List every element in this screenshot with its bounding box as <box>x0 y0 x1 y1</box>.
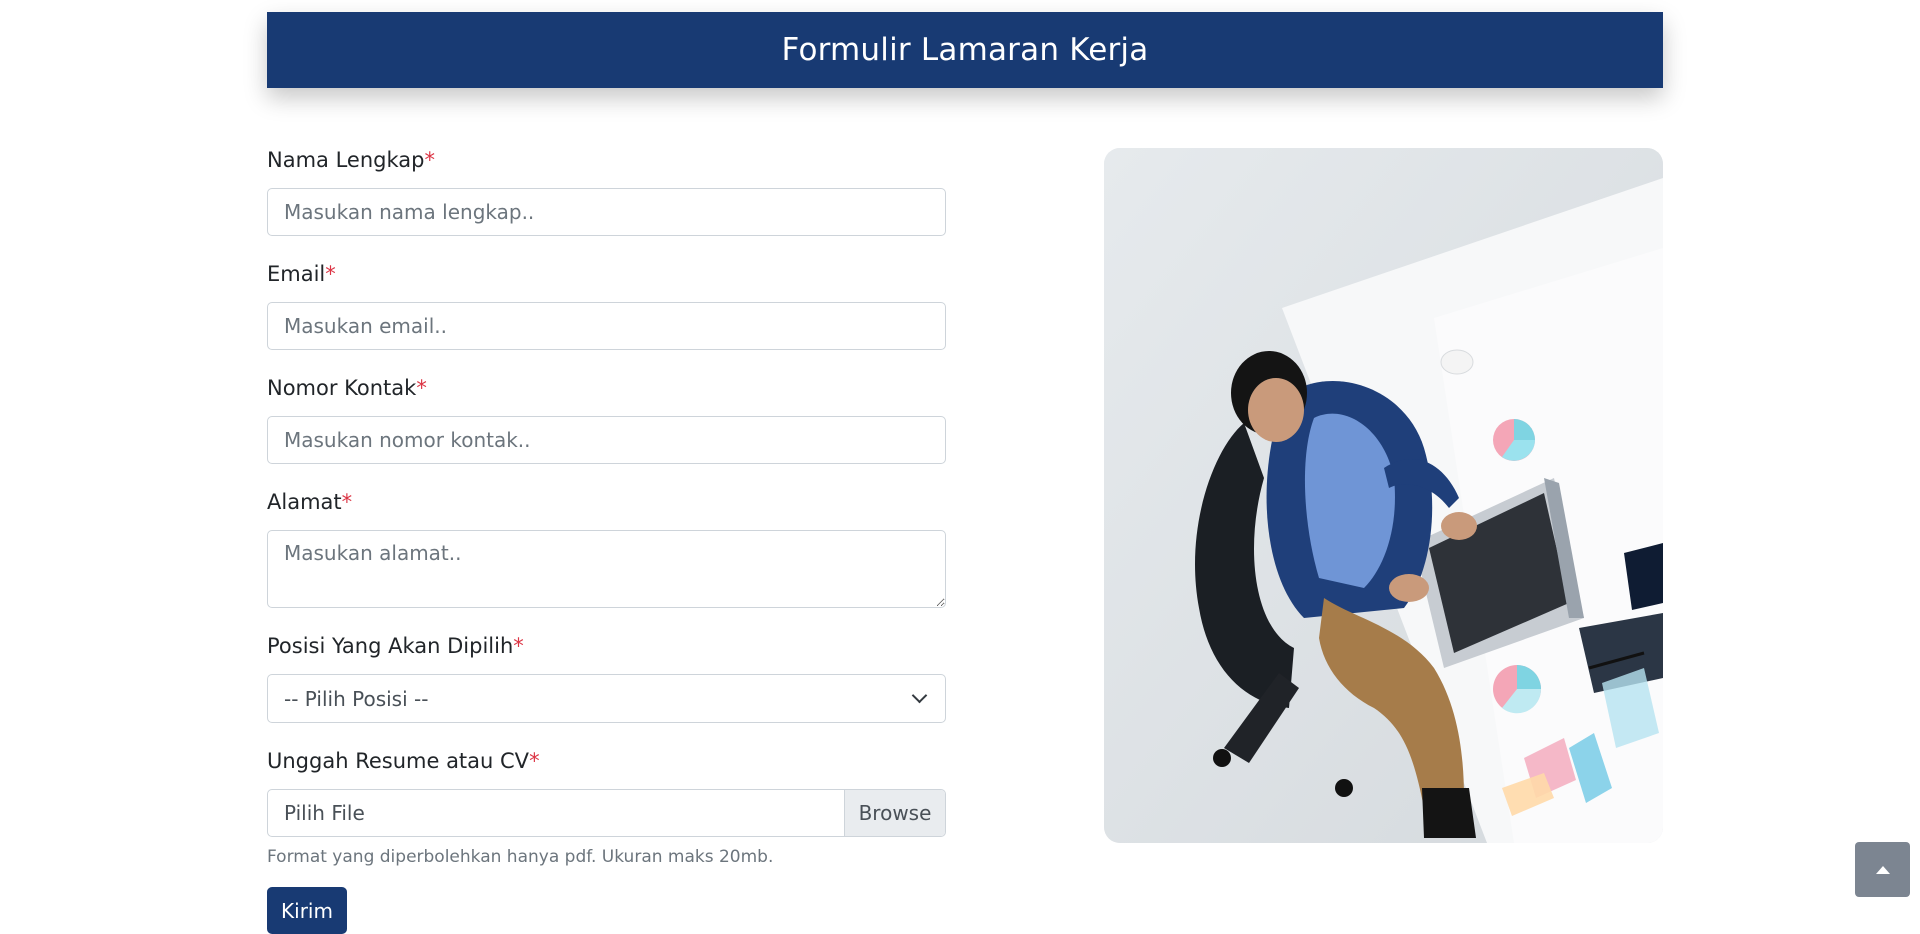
job-application-form: Nama Lengkap* Email* Nomor Kontak* Alama… <box>267 145 946 934</box>
full-name-group: Nama Lengkap* <box>267 145 946 236</box>
contact-input[interactable] <box>267 416 946 464</box>
required-mark: * <box>513 634 524 658</box>
browse-button[interactable]: Browse <box>844 790 945 836</box>
email-input[interactable] <box>267 302 946 350</box>
page-title: Formulir Lamaran Kerja <box>781 32 1149 68</box>
contact-label: Nomor Kontak* <box>267 376 427 400</box>
resume-file-input[interactable]: Pilih File Browse <box>267 789 946 837</box>
position-group: Posisi Yang Akan Dipilih* -- Pilih Posis… <box>267 631 946 723</box>
position-label: Posisi Yang Akan Dipilih* <box>267 634 524 658</box>
full-name-label: Nama Lengkap* <box>267 148 435 172</box>
caret-up-icon <box>1875 865 1890 874</box>
resume-group: Unggah Resume atau CV* Pilih File Browse… <box>267 746 946 869</box>
position-select[interactable]: -- Pilih Posisi -- <box>267 674 946 723</box>
required-mark: * <box>341 490 353 514</box>
office-worker-laptop-photo <box>1104 148 1663 843</box>
email-label: Email* <box>267 262 336 286</box>
required-mark: * <box>416 376 427 400</box>
page-header: Formulir Lamaran Kerja <box>267 12 1663 88</box>
full-name-input[interactable] <box>267 188 946 236</box>
required-mark: * <box>529 749 540 773</box>
email-group: Email* <box>267 259 946 350</box>
submit-button[interactable]: Kirim <box>267 887 347 934</box>
contact-group: Nomor Kontak* <box>267 373 946 464</box>
resume-help-text: Format yang diperbolehkan hanya pdf. Uku… <box>267 847 774 867</box>
address-group: Alamat* <box>267 487 946 608</box>
required-mark: * <box>424 148 435 172</box>
position-selected-value: -- Pilih Posisi -- <box>284 686 429 711</box>
required-mark: * <box>325 262 336 286</box>
chevron-down-icon <box>911 687 928 704</box>
file-input-text: Pilih File <box>284 801 365 825</box>
scroll-to-top-button[interactable] <box>1855 842 1910 897</box>
resume-label: Unggah Resume atau CV* <box>267 749 540 773</box>
address-textarea[interactable] <box>267 530 946 608</box>
address-label: Alamat* <box>267 490 353 514</box>
